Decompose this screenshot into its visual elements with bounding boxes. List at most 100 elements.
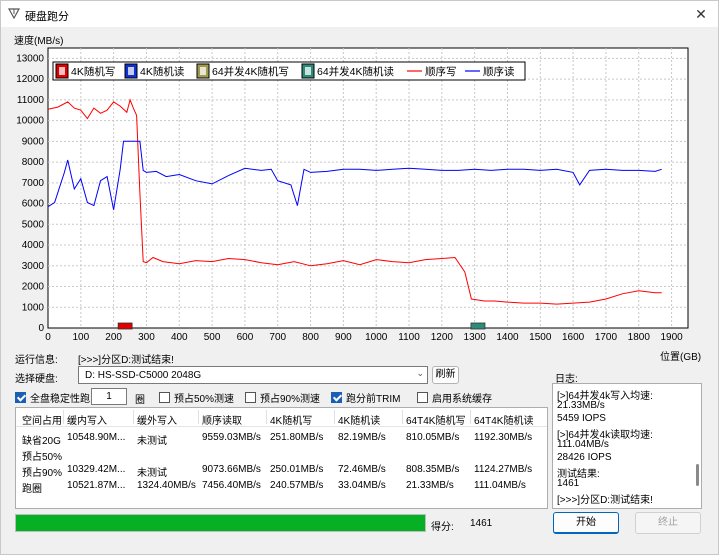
- log-scrollbar[interactable]: [696, 464, 699, 486]
- app-icon: [8, 8, 20, 19]
- column-header: 缓外写入: [137, 416, 177, 427]
- column-divider: [198, 410, 199, 424]
- table-cell: 1192.30MB/s: [474, 432, 533, 443]
- table-cell: 9559.03MB/s: [202, 432, 261, 443]
- checkbox-icon: [159, 392, 170, 403]
- refresh-button[interactable]: 刷新: [432, 366, 459, 384]
- legend-label: 64并发4K随机写: [212, 65, 289, 78]
- x-tick-label: 1500: [529, 332, 552, 343]
- start-button[interactable]: 开始: [553, 512, 619, 534]
- score-label: 得分:: [431, 522, 454, 533]
- y-tick-label: 1000: [22, 302, 45, 313]
- y-tick-label: 2000: [22, 282, 45, 293]
- x-tick-label: 400: [171, 332, 188, 343]
- rounds-unit: 圈: [135, 395, 145, 406]
- x-tick-label: 800: [302, 332, 319, 343]
- checkbox-icon: [245, 392, 256, 403]
- column-header: 缓内写入: [67, 416, 107, 427]
- column-divider: [402, 410, 403, 424]
- column-header: 4K随机写: [270, 416, 313, 427]
- y-tick-label: 4000: [22, 240, 45, 251]
- prefill90-label: 预占90%测速: [260, 394, 321, 405]
- full-disk-stable-checkbox[interactable]: 全盘稳定性跑: [15, 390, 90, 405]
- table-cell: 111.04MB/s: [474, 480, 526, 491]
- x-tick-label: 0: [45, 332, 51, 343]
- table-cell: 10521.87M...: [67, 480, 126, 491]
- x-tick-label: 100: [72, 332, 89, 343]
- x-tick-label: 1400: [496, 332, 519, 343]
- x-tick-label: 1900: [660, 332, 683, 343]
- table-cell: 251.80MB/s: [270, 432, 324, 443]
- y-tick-label: 11000: [17, 95, 45, 106]
- close-icon[interactable]: ✕: [692, 5, 710, 23]
- legend-label: 顺序读: [483, 65, 515, 78]
- full-disk-stable-label: 全盘稳定性跑: [30, 394, 90, 405]
- y-tick-label: 12000: [16, 74, 44, 85]
- table-cell: 1124.27MB/s: [474, 464, 533, 475]
- legend-label: 64并发4K随机读: [317, 65, 395, 78]
- column-divider: [470, 410, 471, 424]
- x-tick-label: 1100: [398, 332, 420, 343]
- table-cell: 72.46MB/s: [338, 464, 386, 475]
- column-header: 空间占用: [22, 416, 62, 427]
- speed-chart: 1300012000110001000090008000700060005000…: [16, 47, 689, 343]
- column-header: 64T4K随机写: [406, 416, 466, 427]
- column-divider: [334, 410, 335, 424]
- legend-swatch-highlight: [59, 67, 65, 75]
- table-cell: 预占90%: [22, 468, 63, 479]
- results-table: 空间占用 缓内写入 缓外写入 顺序读取 4K随机写 4K随机读 64T4K随机写…: [15, 407, 548, 509]
- x-tick-label: 1700: [595, 332, 618, 343]
- column-divider: [63, 410, 64, 424]
- trim-checkbox[interactable]: 跑分前TRIM: [331, 390, 400, 405]
- table-cell: 810.05MB/s: [406, 432, 460, 443]
- window-title: 硬盘跑分: [25, 11, 69, 23]
- checkbox-icon: [417, 392, 428, 403]
- log-box[interactable]: [>]64并发4k写入均速: 21.33MB/s 5459 IOPS [>]64…: [552, 383, 702, 509]
- log-line: 1461: [557, 478, 580, 489]
- x-tick-label: 900: [335, 332, 352, 343]
- x-tick-label: 1600: [562, 332, 585, 343]
- y-tick-label: 13000: [16, 53, 44, 64]
- y-tick-label: 0: [38, 323, 44, 334]
- table-header: 空间占用 缓内写入 缓外写入 顺序读取 4K随机写 4K随机读 64T4K随机写…: [16, 408, 547, 427]
- y-tick-label: 6000: [22, 199, 45, 210]
- legend-swatch-highlight: [200, 67, 206, 75]
- x-tick-label: 1000: [365, 332, 388, 343]
- log-line: 21.33MB/s: [557, 400, 605, 411]
- table-cell: 缺省20G: [22, 436, 61, 447]
- x-tick-label: 200: [105, 332, 122, 343]
- prefill50-checkbox[interactable]: 预占50%测速: [159, 390, 234, 405]
- x-tick-label: 600: [237, 332, 254, 343]
- checkbox-checked-icon: [15, 392, 26, 403]
- disk-label: 选择硬盘:: [15, 374, 58, 385]
- x-axis-label: 位置(GB): [660, 352, 702, 363]
- y-tick-label: 10000: [16, 116, 44, 127]
- table-cell: 808.35MB/s: [406, 464, 460, 475]
- table-cell: 跑圈: [22, 484, 42, 495]
- disk-select[interactable]: D: HS-SSD-C5000 2048G ⌄: [78, 366, 428, 384]
- progress-fill: [16, 515, 425, 531]
- table-cell: 7456.40MB/s: [202, 480, 261, 491]
- plot-area: [47, 47, 689, 329]
- table-cell: 10548.90M...: [67, 432, 126, 443]
- log-line: 5459 IOPS: [557, 413, 606, 424]
- table-cell: 82.19MB/s: [338, 432, 386, 443]
- table-cell: 预占50%: [22, 452, 63, 463]
- y-tick-label: 7000: [22, 178, 45, 189]
- table-cell: 250.01MB/s: [270, 464, 324, 475]
- prefill90-checkbox[interactable]: 预占90%测速: [245, 390, 320, 405]
- legend-swatch-highlight: [128, 67, 134, 75]
- rounds-input[interactable]: 1: [91, 388, 127, 405]
- status-label: 运行信息:: [15, 355, 58, 366]
- sys-cache-checkbox[interactable]: 启用系统缓存: [417, 390, 492, 405]
- title-bar: 硬盘跑分 ✕: [1, 1, 718, 27]
- disk-select-value: D: HS-SSD-C5000 2048G: [85, 370, 202, 381]
- x-tick-label: 300: [138, 332, 155, 343]
- test-marker: [117, 322, 133, 330]
- stop-button[interactable]: 终止: [635, 512, 701, 534]
- log-line: [>>>]分区D:测试结束!: [557, 495, 653, 506]
- legend-label: 4K随机写: [71, 65, 115, 78]
- column-divider: [133, 410, 134, 424]
- y-tick-label: 5000: [22, 219, 45, 230]
- prefill50-label: 预占50%测速: [174, 394, 235, 405]
